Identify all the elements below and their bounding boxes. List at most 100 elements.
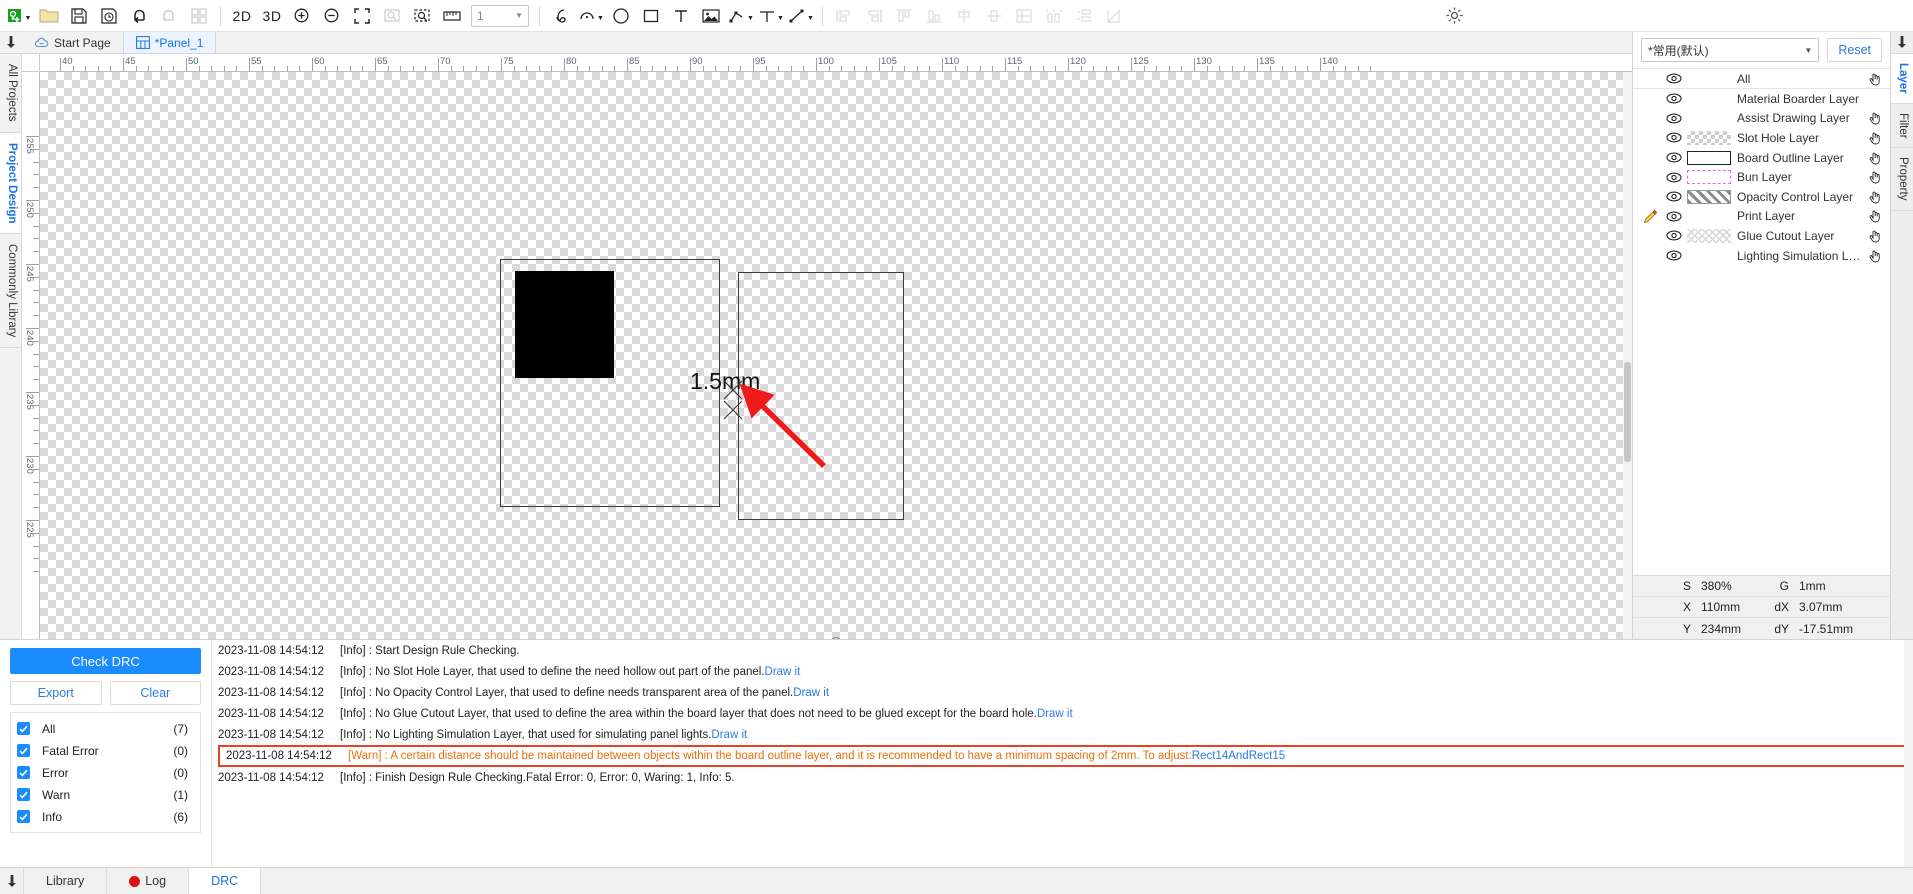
- layer-number-select[interactable]: 1 ▼: [471, 4, 529, 27]
- eye-visibility-icon[interactable]: [1661, 152, 1687, 163]
- image-tool-button[interactable]: [696, 2, 726, 30]
- reset-button[interactable]: Reset: [1827, 38, 1882, 62]
- layer-color-swatch[interactable]: [1687, 150, 1731, 165]
- right-tab-filter[interactable]: Filter: [1891, 103, 1913, 149]
- black-filled-rect[interactable]: [515, 271, 614, 378]
- eye-visibility-icon[interactable]: [1661, 73, 1687, 84]
- layer-color-swatch[interactable]: [1687, 249, 1731, 263]
- rect-tool-button[interactable]: [636, 2, 666, 30]
- distribute-v-button[interactable]: [1069, 2, 1099, 30]
- text-tool-button[interactable]: [666, 2, 696, 30]
- zoom-out-button[interactable]: [317, 2, 347, 30]
- arc-tool-button[interactable]: ▼: [576, 2, 606, 30]
- view-2d-button[interactable]: 2D: [227, 2, 257, 30]
- log-action-link[interactable]: Rect14AndRect15: [1192, 750, 1285, 762]
- tab-panel-1[interactable]: *Panel_1: [123, 32, 217, 53]
- layer-row[interactable]: Lighting Simulation L…: [1633, 246, 1890, 266]
- dimension-tool-button[interactable]: ▼: [756, 2, 786, 30]
- right-tab-layer[interactable]: Layer: [1891, 54, 1913, 104]
- canvas-drawing-area[interactable]: 1.5mm: [40, 72, 1632, 639]
- drc-filter-row[interactable]: Error (0): [17, 763, 196, 782]
- layer-row[interactable]: Slot Hole Layer: [1633, 128, 1890, 148]
- layer-row[interactable]: Assist Drawing Layer: [1633, 109, 1890, 129]
- checkbox[interactable]: [17, 810, 30, 823]
- grid-four-button[interactable]: [184, 2, 214, 30]
- horizontal-ruler[interactable]: 40 45 50 55 60 65 70 75 80 85 90 95 100 105 110 115 120 1…: [40, 54, 1632, 72]
- layer-row[interactable]: Material Boarder Layer: [1633, 89, 1890, 109]
- layer-color-swatch[interactable]: [1687, 228, 1731, 243]
- mirror-button[interactable]: [1099, 2, 1129, 30]
- eye-visibility-icon[interactable]: [1661, 230, 1687, 241]
- line-tool-button[interactable]: ▼: [786, 2, 816, 30]
- log-action-link[interactable]: Draw it: [711, 729, 747, 741]
- new-project-button[interactable]: ▼: [4, 2, 34, 30]
- align-top-button[interactable]: [889, 2, 919, 30]
- layer-row[interactable]: Opacity Control Layer: [1633, 187, 1890, 207]
- pen-tool-button[interactable]: [546, 2, 576, 30]
- canvas-vertical-scrollbar[interactable]: [1623, 72, 1632, 639]
- fit-screen-button[interactable]: [347, 2, 377, 30]
- checkbox[interactable]: [17, 722, 30, 735]
- zoom-area-button[interactable]: [377, 2, 407, 30]
- drc-filter-row[interactable]: All (7): [17, 719, 196, 738]
- layer-color-swatch[interactable]: [1687, 209, 1731, 223]
- pin-icon[interactable]: [0, 868, 24, 894]
- checkbox[interactable]: [17, 788, 30, 801]
- bottom-tab-library[interactable]: Library: [23, 868, 108, 894]
- layer-color-swatch[interactable]: [1687, 72, 1731, 86]
- align-bottom-button[interactable]: [919, 2, 949, 30]
- checkbox[interactable]: [17, 766, 30, 779]
- sidebar-tab-all-projects[interactable]: All Projects: [0, 54, 21, 133]
- canvas-resize-handle[interactable]: [815, 632, 857, 639]
- zoom-selection-button[interactable]: [407, 2, 437, 30]
- view-3d-button[interactable]: 3D: [257, 2, 287, 30]
- scrollbar-thumb[interactable]: [1624, 362, 1631, 462]
- pencil-icon[interactable]: [1639, 209, 1661, 224]
- layer-row[interactable]: Board Outline Layer: [1633, 148, 1890, 168]
- align-right-button[interactable]: [859, 2, 889, 30]
- layer-color-swatch[interactable]: [1687, 170, 1731, 185]
- sidebar-tab-project-design[interactable]: Project Design: [0, 132, 21, 235]
- eye-visibility-icon[interactable]: [1661, 132, 1687, 143]
- redo-button[interactable]: [154, 2, 184, 30]
- pin-icon[interactable]: [1891, 32, 1913, 54]
- eye-visibility-icon[interactable]: [1661, 211, 1687, 222]
- drc-log-scrollbar[interactable]: [1904, 640, 1913, 867]
- log-action-link[interactable]: Draw it: [793, 687, 829, 699]
- align-center-v-button[interactable]: [979, 2, 1009, 30]
- bottom-tab-drc[interactable]: DRC: [188, 868, 262, 894]
- eye-visibility-icon[interactable]: [1661, 172, 1687, 183]
- drc-filter-row[interactable]: Fatal Error (0): [17, 741, 196, 760]
- drc-filter-row[interactable]: Info (6): [17, 807, 196, 826]
- zoom-in-button[interactable]: [287, 2, 317, 30]
- eye-visibility-icon[interactable]: [1661, 93, 1687, 104]
- distribute-grid-button[interactable]: [1009, 2, 1039, 30]
- layer-list[interactable]: All Material Boarder Layer Assist Drawing …: [1633, 69, 1890, 575]
- eye-visibility-icon[interactable]: [1661, 250, 1687, 261]
- pin-icon[interactable]: [0, 32, 22, 53]
- distribute-h-button[interactable]: [1039, 2, 1069, 30]
- check-drc-button[interactable]: Check DRC: [10, 648, 201, 674]
- right-tab-property[interactable]: Property: [1891, 148, 1913, 211]
- drc-log-list[interactable]: 2023-11-08 14:54:12 [Info] : Start Design…: [212, 640, 1913, 867]
- save-as-button[interactable]: [94, 2, 124, 30]
- layer-color-swatch[interactable]: [1687, 130, 1731, 145]
- layer-row[interactable]: Bun Layer: [1633, 167, 1890, 187]
- tab-start-page[interactable]: Start Page: [22, 32, 124, 53]
- drc-filter-row[interactable]: Warn (1): [17, 785, 196, 804]
- sidebar-tab-commonly-library[interactable]: Commonly Library: [0, 234, 21, 349]
- log-action-link[interactable]: Draw it: [1037, 708, 1073, 720]
- open-folder-button[interactable]: [34, 2, 64, 30]
- layer-color-swatch[interactable]: [1687, 189, 1731, 204]
- layer-row[interactable]: Glue Cutout Layer: [1633, 226, 1890, 246]
- log-action-link[interactable]: Draw it: [765, 666, 801, 678]
- checkbox[interactable]: [17, 744, 30, 757]
- layer-color-swatch[interactable]: [1687, 92, 1731, 106]
- settings-button[interactable]: [1439, 2, 1469, 30]
- clear-button[interactable]: Clear: [109, 681, 201, 705]
- layer-row[interactable]: Print Layer: [1633, 207, 1890, 227]
- layer-color-swatch[interactable]: [1687, 111, 1731, 125]
- polyline-tool-button[interactable]: ▼: [726, 2, 756, 30]
- eye-visibility-icon[interactable]: [1661, 191, 1687, 202]
- save-button[interactable]: [64, 2, 94, 30]
